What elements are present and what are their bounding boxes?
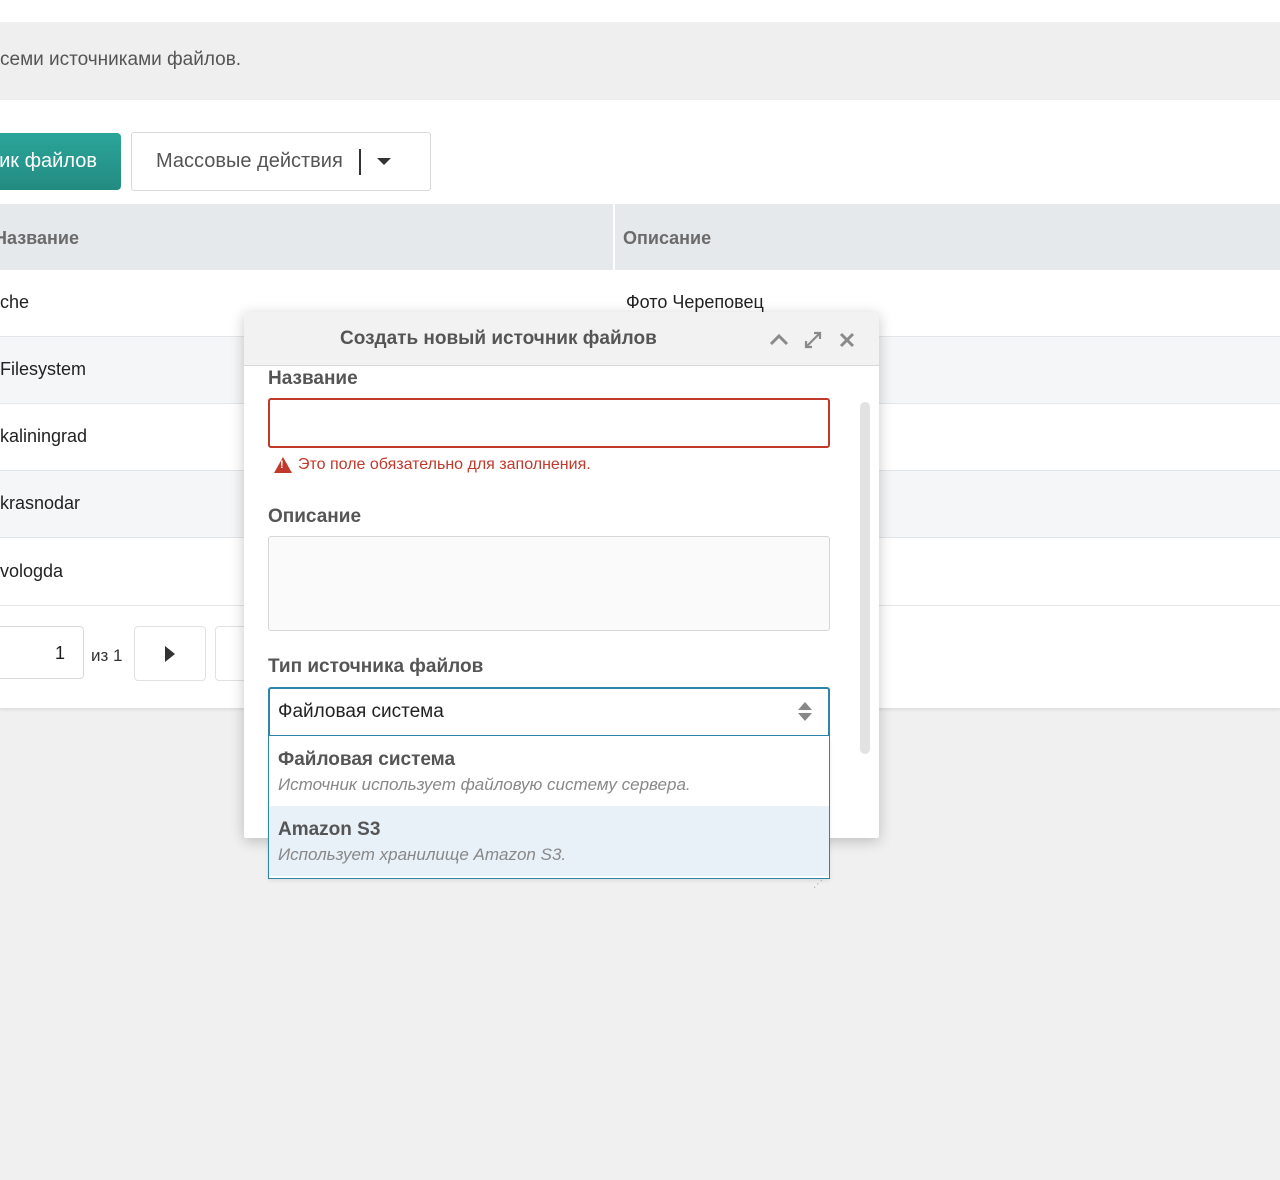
mass-actions-label: Массовые действия [156, 150, 343, 172]
source-type-label: Тип источника файлов [268, 656, 484, 677]
info-bar: семи источниками файлов. [0, 22, 1280, 100]
page-number-input[interactable]: 1 [0, 626, 84, 679]
option-filesystem[interactable]: Файловая система Источник использует фай… [269, 736, 829, 806]
cell-name: che [0, 292, 30, 312]
info-text: семи источниками файлов. [0, 49, 242, 70]
name-label: Название [268, 368, 358, 389]
column-divider [613, 204, 615, 270]
column-header-description[interactable]: Описание [623, 228, 711, 249]
close-icon[interactable] [836, 329, 858, 351]
top-strip [0, 0, 1280, 22]
maximize-icon[interactable] [802, 329, 824, 351]
cell-name: vologda [0, 561, 64, 581]
page-total-label: из 1 [91, 646, 123, 665]
cell-description: Фото Череповец [626, 292, 764, 312]
page-number-value: 1 [54, 643, 65, 663]
name-input[interactable] [268, 398, 830, 448]
option-amazon-s3[interactable]: Amazon S3 Использует хранилище Amazon S3… [269, 806, 829, 876]
next-page-icon [165, 645, 175, 662]
mass-actions-button[interactable]: Массовые действия [131, 132, 431, 191]
source-type-select[interactable]: Файловая система [268, 687, 830, 737]
create-file-source-button[interactable]: ик файлов [0, 133, 121, 190]
cell-name: Filesystem [0, 359, 87, 379]
name-error: ! Это поле обязательно для заполнения. [274, 456, 591, 474]
create-file-source-label: ик файлов [0, 150, 97, 172]
option-subtitle: Использует хранилище Amazon S3. [278, 845, 567, 864]
dialog-header[interactable]: Создать новый источник файлов [244, 312, 879, 366]
sort-arrows-icon [798, 702, 812, 724]
resize-grip-icon[interactable]: ⋰ [813, 879, 823, 890]
next-page-button[interactable] [134, 626, 206, 681]
cell-name: krasnodar [0, 493, 81, 513]
cell-name: kaliningrad [0, 426, 88, 446]
name-error-text: Это поле обязательно для заполнения. [298, 456, 591, 473]
option-title: Amazon S3 [278, 819, 381, 840]
warning-icon: ! [274, 457, 292, 473]
dialog-scrollbar[interactable] [860, 402, 870, 754]
column-header-name[interactable]: Название [0, 228, 79, 249]
source-type-value: Файловая система [278, 701, 444, 722]
dialog-title: Создать новый источник файлов [340, 328, 657, 349]
option-subtitle: Источник использует файловую систему сер… [278, 775, 691, 794]
table-header: Название Описание [0, 204, 1280, 270]
collapse-icon[interactable] [768, 329, 790, 351]
option-title: Файловая система [278, 749, 456, 770]
source-type-dropdown: Файловая система Источник использует фай… [268, 736, 830, 879]
caret-down-icon [376, 158, 391, 165]
description-input[interactable] [268, 536, 830, 631]
button-divider [358, 148, 361, 175]
description-label: Описание [268, 506, 362, 527]
